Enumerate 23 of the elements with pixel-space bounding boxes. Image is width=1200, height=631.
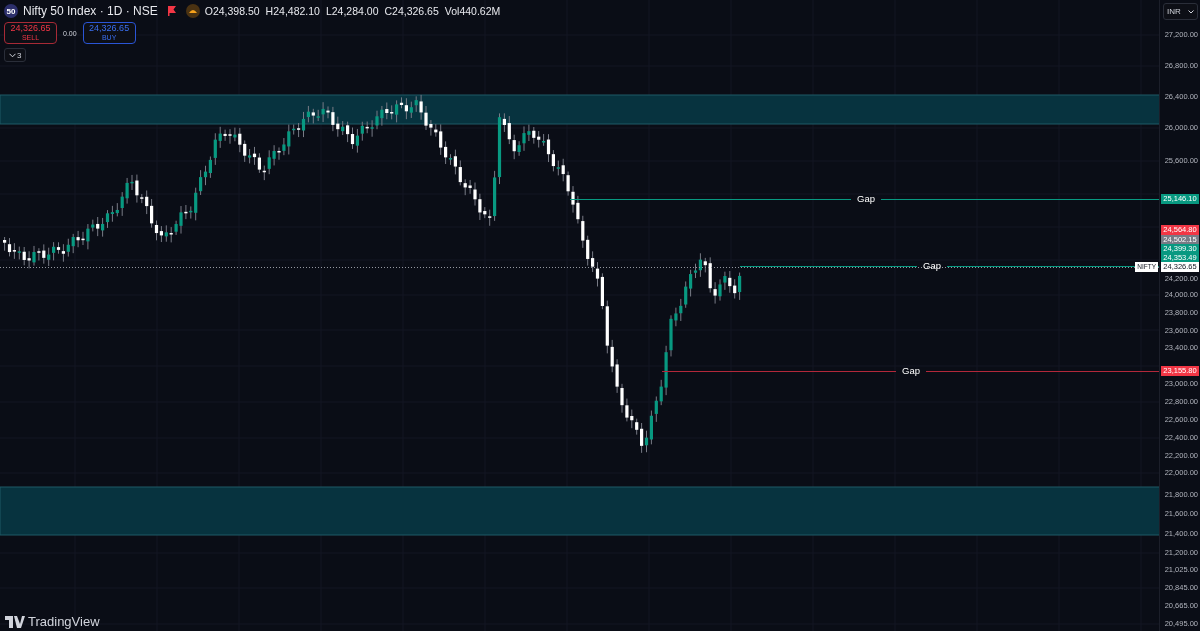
chevron-down-icon [1188, 9, 1195, 14]
volume-label: Vol [444, 5, 460, 17]
ohlc-label: L [325, 5, 332, 17]
gap-label: Gap [901, 365, 921, 377]
symbol-logo: 50 [4, 4, 18, 18]
indicators-toggle[interactable]: 3 [4, 48, 27, 62]
gap-label: Gap [922, 260, 942, 272]
currency-dropdown[interactable]: INR [1163, 3, 1199, 20]
ohlc-value: 24,284.00 [331, 5, 379, 17]
tradingview-logo-icon [5, 616, 25, 628]
ohlc-label: O [204, 5, 213, 17]
ohlc-value: 24,398.50 [212, 5, 260, 17]
ohlc-value: 24,326.65 [392, 5, 439, 17]
symbol-title[interactable]: Nifty 50 Index · 1D · NSE [23, 4, 158, 18]
ohlc-label: H [265, 5, 274, 17]
chevron-down-icon [9, 52, 16, 58]
ohlc-value: 24,482.10 [273, 5, 320, 17]
flag-icon[interactable] [166, 6, 177, 16]
gap-label: Gap [856, 193, 876, 205]
tradingview-logo-text: TradingView [28, 615, 100, 629]
volume-value: 440.62M [459, 5, 501, 17]
ohlc-label: C [384, 5, 393, 17]
market-status-icon [185, 4, 200, 18]
